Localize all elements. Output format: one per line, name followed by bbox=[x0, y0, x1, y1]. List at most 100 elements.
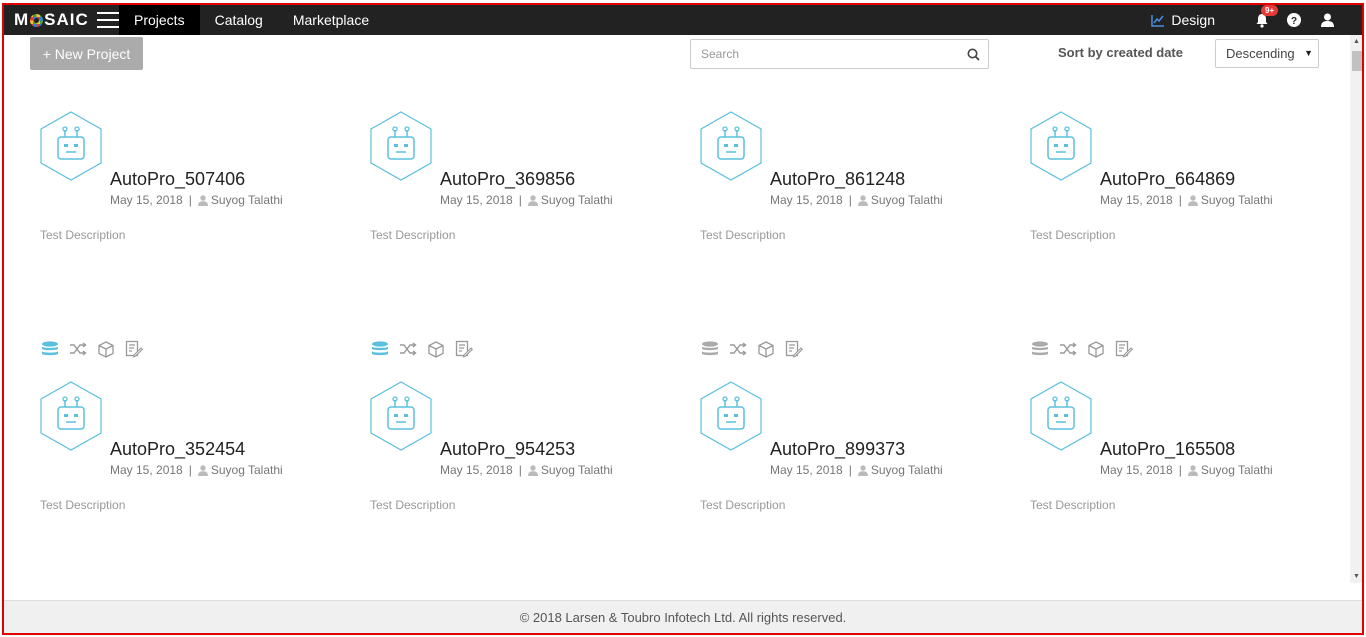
design-button[interactable]: Design bbox=[1151, 12, 1215, 28]
user-icon bbox=[1187, 194, 1198, 206]
project-description: Test Description bbox=[40, 228, 126, 242]
top-navbar: M SAIC Projects Catalog Marketplace Desig… bbox=[4, 4, 1362, 35]
meta-separator: | bbox=[188, 193, 192, 207]
scroll-up-icon[interactable]: ▲ bbox=[1353, 38, 1360, 45]
project-card[interactable]: AutoPro_507406 May 15, 2018 | Suyog Tala… bbox=[40, 111, 340, 358]
project-date: May 15, 2018 bbox=[110, 463, 183, 477]
project-date: May 15, 2018 bbox=[440, 193, 513, 207]
new-project-button[interactable]: + New Project bbox=[30, 37, 143, 70]
shuffle-icon[interactable] bbox=[68, 339, 88, 359]
mosaic-logo[interactable]: M SAIC bbox=[4, 5, 119, 35]
project-owner: Suyog Talathi bbox=[870, 193, 943, 207]
project-title[interactable]: AutoPro_507406 bbox=[110, 169, 245, 190]
project-owner: Suyog Talathi bbox=[540, 463, 613, 477]
project-title[interactable]: AutoPro_861248 bbox=[770, 169, 905, 190]
notifications-button[interactable]: 9+ bbox=[1255, 4, 1279, 28]
edit-note-icon[interactable] bbox=[784, 339, 804, 359]
project-card[interactable]: AutoPro_664869 May 15, 2018 | Suyog Tala… bbox=[1030, 111, 1330, 358]
project-description: Test Description bbox=[700, 228, 786, 242]
project-card[interactable]: AutoPro_899373 May 15, 2018 | Suyog Tala… bbox=[700, 381, 1000, 585]
project-actions bbox=[370, 339, 474, 359]
project-meta: May 15, 2018 | Suyog Talathi bbox=[440, 193, 613, 207]
help-icon: ? bbox=[1287, 13, 1301, 27]
meta-separator: | bbox=[1178, 463, 1182, 477]
tab-projects[interactable]: Projects bbox=[119, 5, 200, 35]
hamburger-menu-icon[interactable] bbox=[96, 12, 119, 28]
project-title[interactable]: AutoPro_899373 bbox=[770, 439, 905, 460]
project-meta: May 15, 2018 | Suyog Talathi bbox=[440, 463, 613, 477]
robot-hexagon-icon bbox=[370, 381, 432, 451]
robot-hexagon-icon bbox=[40, 111, 102, 181]
project-actions bbox=[700, 339, 804, 359]
project-date: May 15, 2018 bbox=[1100, 193, 1173, 207]
project-date: May 15, 2018 bbox=[110, 193, 183, 207]
project-meta: May 15, 2018 | Suyog Talathi bbox=[110, 463, 283, 477]
project-meta: May 15, 2018 | Suyog Talathi bbox=[1100, 193, 1273, 207]
help-button[interactable]: ? bbox=[1287, 13, 1301, 27]
user-menu-button[interactable] bbox=[1321, 13, 1334, 27]
tab-catalog[interactable]: Catalog bbox=[200, 5, 278, 35]
project-meta: May 15, 2018 | Suyog Talathi bbox=[110, 193, 283, 207]
project-card[interactable]: AutoPro_352454 May 15, 2018 | Suyog Tala… bbox=[40, 381, 340, 585]
project-actions bbox=[1030, 339, 1134, 359]
database-icon[interactable] bbox=[1030, 339, 1050, 359]
database-icon[interactable] bbox=[370, 339, 390, 359]
project-date: May 15, 2018 bbox=[440, 463, 513, 477]
database-icon[interactable] bbox=[700, 339, 720, 359]
user-icon bbox=[527, 194, 538, 206]
edit-note-icon[interactable] bbox=[1114, 339, 1134, 359]
robot-hexagon-icon bbox=[1030, 111, 1092, 181]
meta-separator: | bbox=[188, 463, 192, 477]
user-icon bbox=[197, 194, 208, 206]
project-title[interactable]: AutoPro_954253 bbox=[440, 439, 575, 460]
shuffle-icon[interactable] bbox=[398, 339, 418, 359]
notification-badge: 9+ bbox=[1261, 4, 1279, 16]
meta-separator: | bbox=[518, 463, 522, 477]
project-owner: Suyog Talathi bbox=[210, 193, 283, 207]
edit-note-icon[interactable] bbox=[454, 339, 474, 359]
project-title[interactable]: AutoPro_165508 bbox=[1100, 439, 1235, 460]
meta-separator: | bbox=[518, 193, 522, 207]
cube-icon[interactable] bbox=[426, 339, 446, 359]
project-card[interactable]: AutoPro_954253 May 15, 2018 | Suyog Tala… bbox=[370, 381, 670, 585]
meta-separator: | bbox=[848, 463, 852, 477]
cube-icon[interactable] bbox=[756, 339, 776, 359]
search-icon[interactable] bbox=[958, 48, 988, 61]
search-input[interactable] bbox=[691, 40, 958, 68]
design-label: Design bbox=[1171, 12, 1215, 28]
project-meta: May 15, 2018 | Suyog Talathi bbox=[770, 463, 943, 477]
user-icon bbox=[1321, 13, 1334, 27]
project-description: Test Description bbox=[370, 228, 456, 242]
project-card[interactable]: AutoPro_369856 May 15, 2018 | Suyog Tala… bbox=[370, 111, 670, 358]
project-card[interactable]: AutoPro_861248 May 15, 2018 | Suyog Tala… bbox=[700, 111, 1000, 358]
shuffle-icon[interactable] bbox=[728, 339, 748, 359]
project-owner: Suyog Talathi bbox=[210, 463, 283, 477]
vertical-scrollbar[interactable]: ▲ ▼ bbox=[1350, 35, 1364, 583]
database-icon[interactable] bbox=[40, 339, 60, 359]
meta-separator: | bbox=[1178, 193, 1182, 207]
robot-hexagon-icon bbox=[370, 111, 432, 181]
sort-order-value: Descending bbox=[1226, 46, 1295, 61]
project-title[interactable]: AutoPro_664869 bbox=[1100, 169, 1235, 190]
meta-separator: | bbox=[848, 193, 852, 207]
project-date: May 15, 2018 bbox=[770, 193, 843, 207]
shuffle-icon[interactable] bbox=[1058, 339, 1078, 359]
project-owner: Suyog Talathi bbox=[1200, 193, 1273, 207]
project-card[interactable]: AutoPro_165508 May 15, 2018 | Suyog Tala… bbox=[1030, 381, 1330, 585]
robot-hexagon-icon bbox=[1030, 381, 1092, 451]
scroll-down-icon[interactable]: ▼ bbox=[1353, 573, 1360, 580]
project-title[interactable]: AutoPro_369856 bbox=[440, 169, 575, 190]
project-owner: Suyog Talathi bbox=[540, 193, 613, 207]
edit-note-icon[interactable] bbox=[124, 339, 144, 359]
tab-marketplace[interactable]: Marketplace bbox=[278, 5, 384, 35]
project-title[interactable]: AutoPro_352454 bbox=[110, 439, 245, 460]
scrollbar-thumb[interactable] bbox=[1352, 51, 1362, 71]
project-grid: AutoPro_507406 May 15, 2018 | Suyog Tala… bbox=[4, 70, 1350, 585]
sort-order-select[interactable]: Descending ▼ bbox=[1215, 39, 1319, 68]
user-icon bbox=[197, 464, 208, 476]
chart-icon bbox=[1151, 14, 1165, 27]
cube-icon[interactable] bbox=[1086, 339, 1106, 359]
cube-icon[interactable] bbox=[96, 339, 116, 359]
robot-hexagon-icon bbox=[700, 111, 762, 181]
svg-text:?: ? bbox=[1291, 16, 1297, 27]
